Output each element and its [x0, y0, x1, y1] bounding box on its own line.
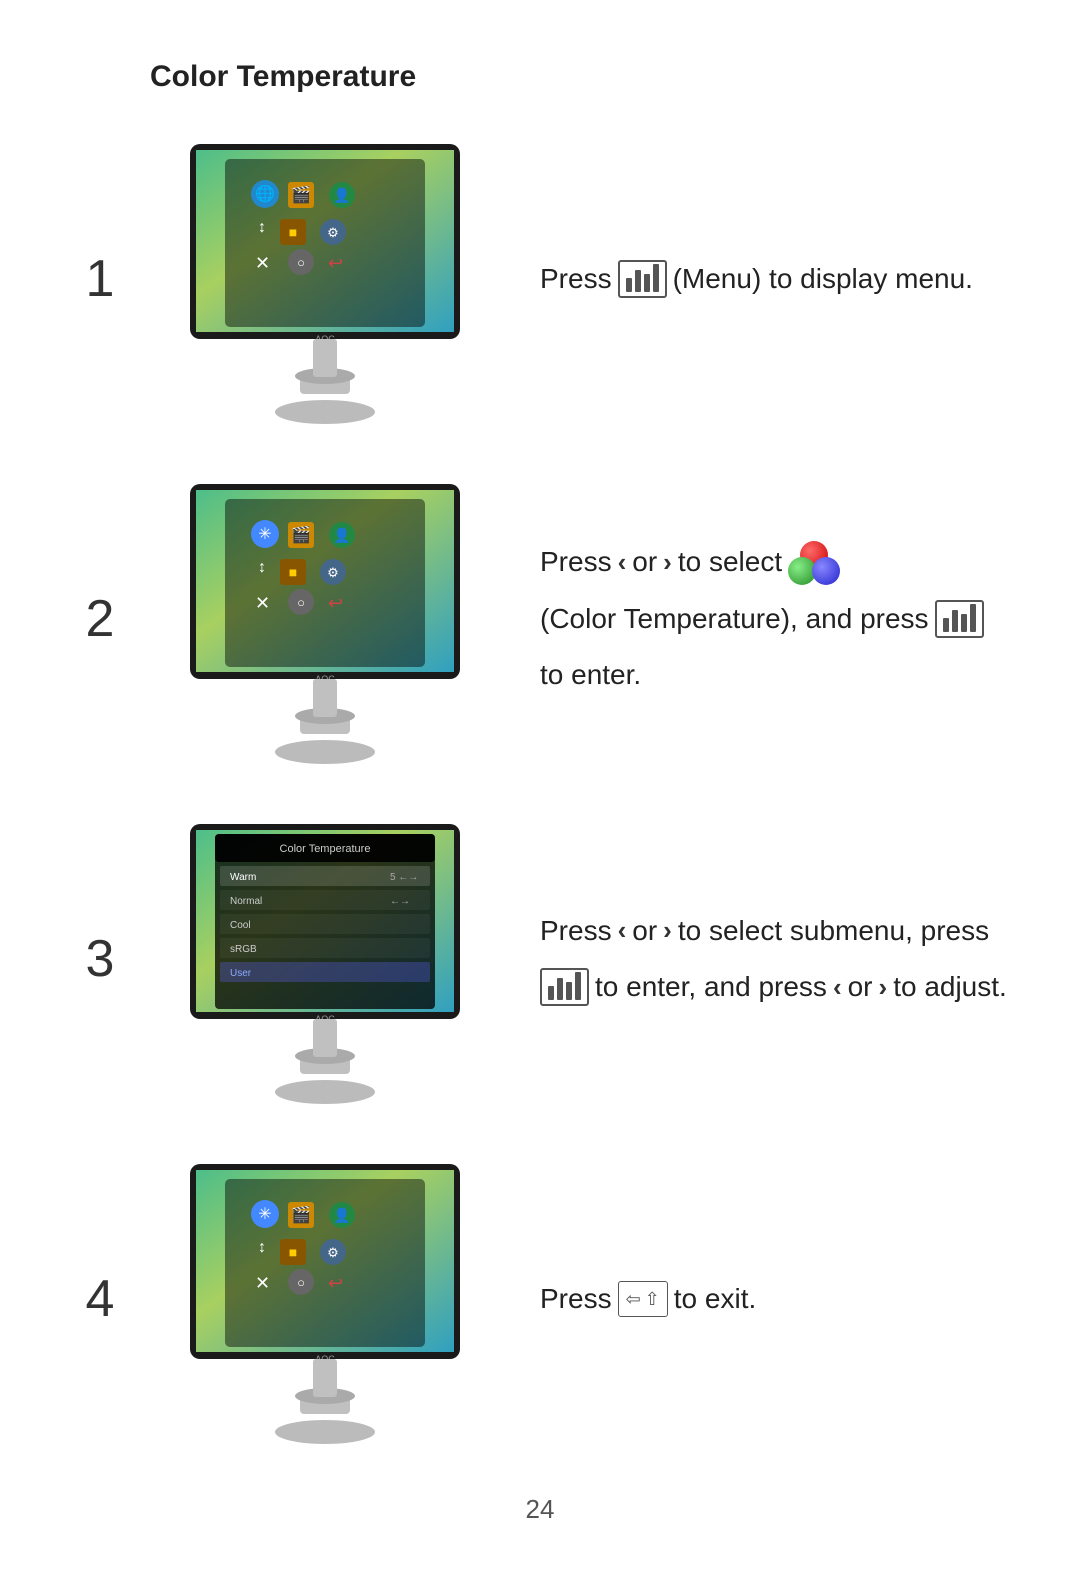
monitor-2-svg: ✳ 🎬 👤 ↕ ■ ⚙ ✕ ○ ↩ AOC: [170, 474, 480, 764]
chevron-right-icon-3a: ›: [663, 907, 672, 954]
svg-text:🌐: 🌐: [255, 184, 275, 203]
step-4-number: 4: [70, 1269, 130, 1329]
svg-text:User: User: [230, 968, 252, 979]
step-1-instruction: Press (Menu) to display menu.: [520, 254, 1010, 304]
step-2-monitor: ✳ 🎬 👤 ↕ ■ ⚙ ✕ ○ ↩ AOC: [170, 474, 480, 764]
exit-arrow-left-icon: ⇦: [626, 1283, 641, 1315]
svg-text:Warm: Warm: [230, 872, 256, 883]
chevron-right-icon-2: ›: [663, 539, 672, 586]
svg-text:Color Temperature: Color Temperature: [280, 843, 371, 855]
page: Color Temperature 1: [0, 0, 1080, 1585]
svg-text:👤: 👤: [333, 527, 350, 544]
exit-arrow-right-icon: ⇧: [645, 1283, 660, 1315]
svg-text:↩: ↩: [328, 1273, 343, 1293]
svg-text:○: ○: [297, 255, 305, 270]
svg-text:■: ■: [289, 224, 297, 240]
svg-text:✳: ✳: [258, 1206, 271, 1223]
svg-text:↕: ↕: [258, 559, 266, 576]
svg-text:↩: ↩: [328, 253, 343, 273]
step-4-monitor: ✳ 🎬 👤 ↕ ■ ⚙ ✕ ○ ↩ AOC: [170, 1154, 480, 1444]
step-2-instruction-line: Press ‹ or › to select (Color Temperatur…: [540, 537, 1010, 700]
step-2-number: 2: [70, 589, 130, 649]
to-enter-label-3: to enter, and press: [595, 962, 827, 1012]
svg-text:👤: 👤: [333, 187, 350, 204]
svg-text:⚙: ⚙: [327, 225, 339, 240]
or-label-2a: or: [632, 537, 657, 587]
page-number: 24: [70, 1494, 1010, 1525]
svg-text:Cool: Cool: [230, 920, 251, 931]
chevron-left-icon-2: ‹: [618, 539, 627, 586]
press-label-3: Press: [540, 906, 612, 956]
svg-text:○: ○: [297, 1275, 305, 1290]
color-temp-label: (Color Temperature), and press: [540, 594, 929, 644]
monitor-4-svg: ✳ 🎬 👤 ↕ ■ ⚙ ✕ ○ ↩ AOC: [170, 1154, 480, 1444]
step-3-instruction: Press ‹ or › to select submenu, press to…: [520, 906, 1010, 1013]
step-2-instruction: Press ‹ or › to select (Color Temperatur…: [520, 537, 1010, 700]
color-balls-icon: [788, 541, 840, 585]
step-4-instruction-line: Press ⇦ ⇧ to exit.: [540, 1274, 1010, 1324]
chevron-right-icon-3b: ›: [879, 964, 888, 1011]
step-1-monitor: 🌐 🎬 👤 ↕ ■ ⚙ ✕ ○ ↩ AOC: [170, 134, 480, 424]
svg-text:sRGB: sRGB: [230, 944, 257, 955]
step-3-row: 3 Color Temperature: [70, 814, 1010, 1104]
svg-text:↕: ↕: [258, 1239, 266, 1256]
step-2-row: 2 ✳ 🎬: [70, 474, 1010, 764]
menu-button-icon-1: [618, 260, 667, 298]
svg-text:←→: ←→: [390, 896, 410, 907]
step-1-instruction-line: Press (Menu) to display menu.: [540, 254, 1010, 304]
svg-text:✕: ✕: [255, 1273, 270, 1293]
svg-text:■: ■: [289, 1244, 297, 1260]
svg-text:■: ■: [289, 564, 297, 580]
press-label-4: Press: [540, 1274, 612, 1324]
chevron-left-icon-3b: ‹: [833, 964, 842, 1011]
menu-button-icon-3: [540, 968, 589, 1006]
svg-text:🎬: 🎬: [291, 525, 311, 544]
svg-text:🎬: 🎬: [291, 185, 311, 204]
to-adjust-label-3: to adjust.: [893, 962, 1007, 1012]
monitor-1-svg: 🌐 🎬 👤 ↕ ■ ⚙ ✕ ○ ↩ AOC: [170, 134, 480, 424]
press-label-2: Press: [540, 537, 612, 587]
or-label-3a: or: [632, 906, 657, 956]
svg-text:↕: ↕: [258, 219, 266, 236]
step-1-number: 1: [70, 249, 130, 309]
exit-button-icon: ⇦ ⇧: [618, 1281, 668, 1317]
step-3-monitor: Color Temperature Warm 5 ←→ Normal ←→ Co…: [170, 814, 480, 1104]
svg-text:↩: ↩: [328, 593, 343, 613]
monitor-3-svg: Color Temperature Warm 5 ←→ Normal ←→ Co…: [170, 814, 480, 1104]
to-enter-label-2: to enter.: [540, 650, 641, 700]
svg-text:⚙: ⚙: [327, 1245, 339, 1260]
svg-text:🎬: 🎬: [291, 1205, 311, 1224]
svg-text:✳: ✳: [258, 526, 271, 543]
svg-text:Normal: Normal: [230, 896, 262, 907]
step-3-instruction-line: Press ‹ or › to select submenu, press to…: [540, 906, 1010, 1013]
press-label-1: Press: [540, 254, 612, 304]
step-3-number: 3: [70, 929, 130, 989]
svg-text:○: ○: [297, 595, 305, 610]
or-label-3b: or: [848, 962, 873, 1012]
svg-text:5 ←→: 5 ←→: [390, 872, 418, 883]
svg-text:👤: 👤: [333, 1207, 350, 1224]
to-select-label-2: to select: [678, 537, 782, 587]
submenu-label-3: to select submenu, press: [678, 906, 989, 956]
menu-text-1: (Menu) to display menu.: [673, 254, 973, 304]
svg-text:⚙: ⚙: [327, 565, 339, 580]
exit-label-4: to exit.: [674, 1274, 756, 1324]
step-4-instruction: Press ⇦ ⇧ to exit.: [520, 1274, 1010, 1324]
chevron-left-icon-3a: ‹: [618, 907, 627, 954]
step-4-row: 4 ✳ 🎬: [70, 1154, 1010, 1444]
svg-text:✕: ✕: [255, 253, 270, 273]
svg-text:✕: ✕: [255, 593, 270, 613]
step-1-row: 1: [70, 134, 1010, 424]
section-title: Color Temperature: [150, 60, 1010, 94]
menu-button-icon-2: [935, 600, 984, 638]
